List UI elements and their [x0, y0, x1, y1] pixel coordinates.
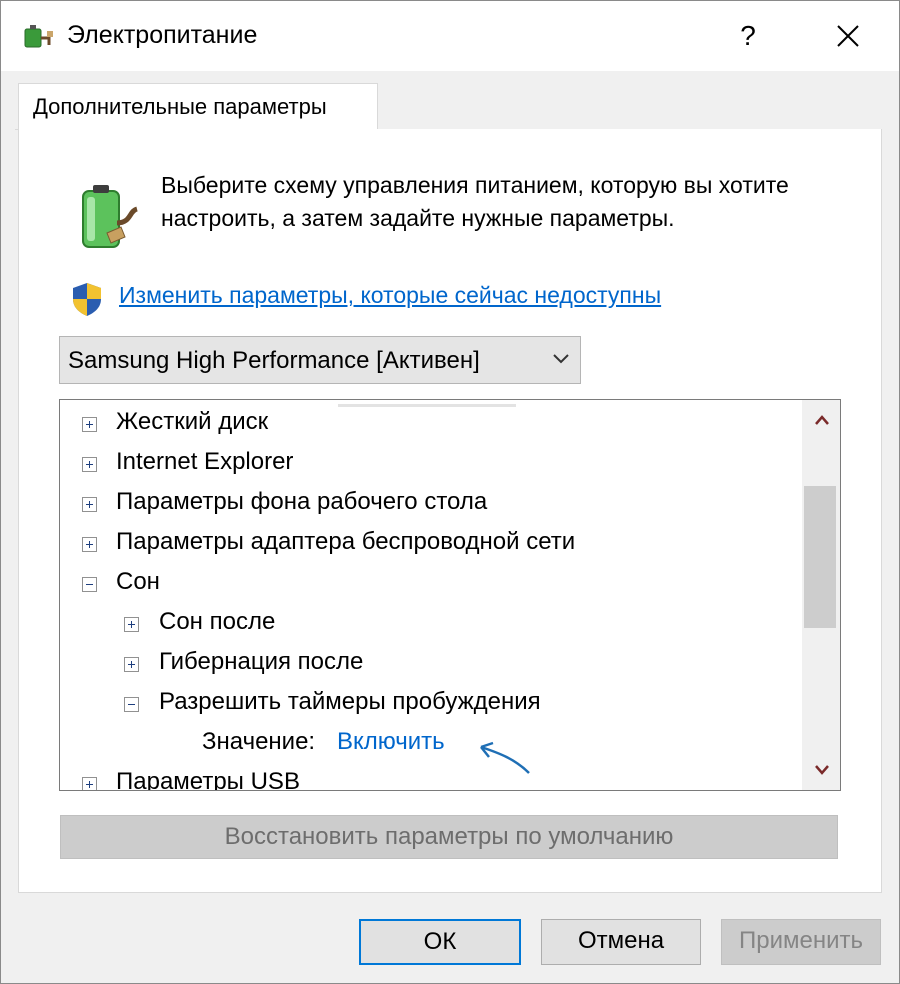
scroll-up-icon[interactable] — [814, 414, 830, 426]
power-options-dialog: Электропитание ? Дополнительные параметр… — [0, 0, 900, 984]
expand-icon[interactable] — [82, 537, 97, 552]
uac-shield-icon — [73, 283, 101, 316]
annotation-arrow-icon — [480, 741, 530, 774]
intro-text: Выберите схему управления питанием, кото… — [161, 172, 789, 231]
tab-advanced-settings[interactable]: Дополнительные параметры — [18, 83, 378, 129]
scroll-thumb[interactable] — [804, 486, 836, 628]
advanced-settings-panel: Выберите схему управления питанием, кото… — [18, 129, 882, 893]
tree-item-label: Сон после — [159, 608, 276, 635]
tree-item-label: Гибернация после — [159, 648, 364, 675]
power-plan-select[interactable]: Samsung High Performance [Активен] — [59, 336, 581, 384]
power-plan-selected-value: Samsung High Performance [Активен] — [68, 347, 480, 374]
cancel-button[interactable]: Отмена — [541, 919, 701, 965]
tree-item-label: Параметры USB — [116, 768, 300, 791]
tree-item-label: Сон — [116, 568, 160, 595]
tree-item-label: Параметры адаптера беспроводной сети — [116, 528, 576, 555]
expand-icon[interactable] — [124, 657, 139, 672]
battery-plug-icon — [82, 185, 139, 248]
ok-button[interactable]: ОК — [359, 919, 521, 965]
tree-top-hint — [338, 404, 516, 407]
collapse-icon[interactable] — [124, 697, 139, 712]
expand-icon[interactable] — [82, 457, 97, 472]
window-title: Электропитание — [67, 21, 258, 49]
restore-defaults-button[interactable]: Восстановить параметры по умолчанию — [60, 815, 838, 859]
collapse-icon[interactable] — [82, 577, 97, 592]
expand-icon[interactable] — [82, 417, 97, 432]
expand-icon[interactable] — [82, 777, 97, 790]
value-label: Значение: — [202, 728, 316, 755]
title-bar: Электропитание ? — [1, 1, 899, 71]
scroll-down-icon[interactable] — [814, 764, 830, 776]
chevron-down-icon — [553, 354, 569, 364]
close-icon[interactable] — [821, 9, 875, 63]
change-unavailable-settings-link[interactable]: Изменить параметры, которые сейчас недос… — [119, 282, 661, 309]
expand-icon[interactable] — [82, 497, 97, 512]
tree-item-label: Internet Explorer — [116, 448, 294, 475]
apply-button[interactable]: Применить — [721, 919, 881, 965]
tree-item-label: Жесткий диск — [116, 408, 269, 435]
help-button[interactable]: ? — [723, 9, 773, 63]
expand-icon[interactable] — [124, 617, 139, 632]
tree-item-label: Параметры фона рабочего стола — [116, 488, 488, 515]
tree-scrollbar[interactable] — [802, 400, 840, 790]
power-plug-icon — [24, 25, 53, 48]
